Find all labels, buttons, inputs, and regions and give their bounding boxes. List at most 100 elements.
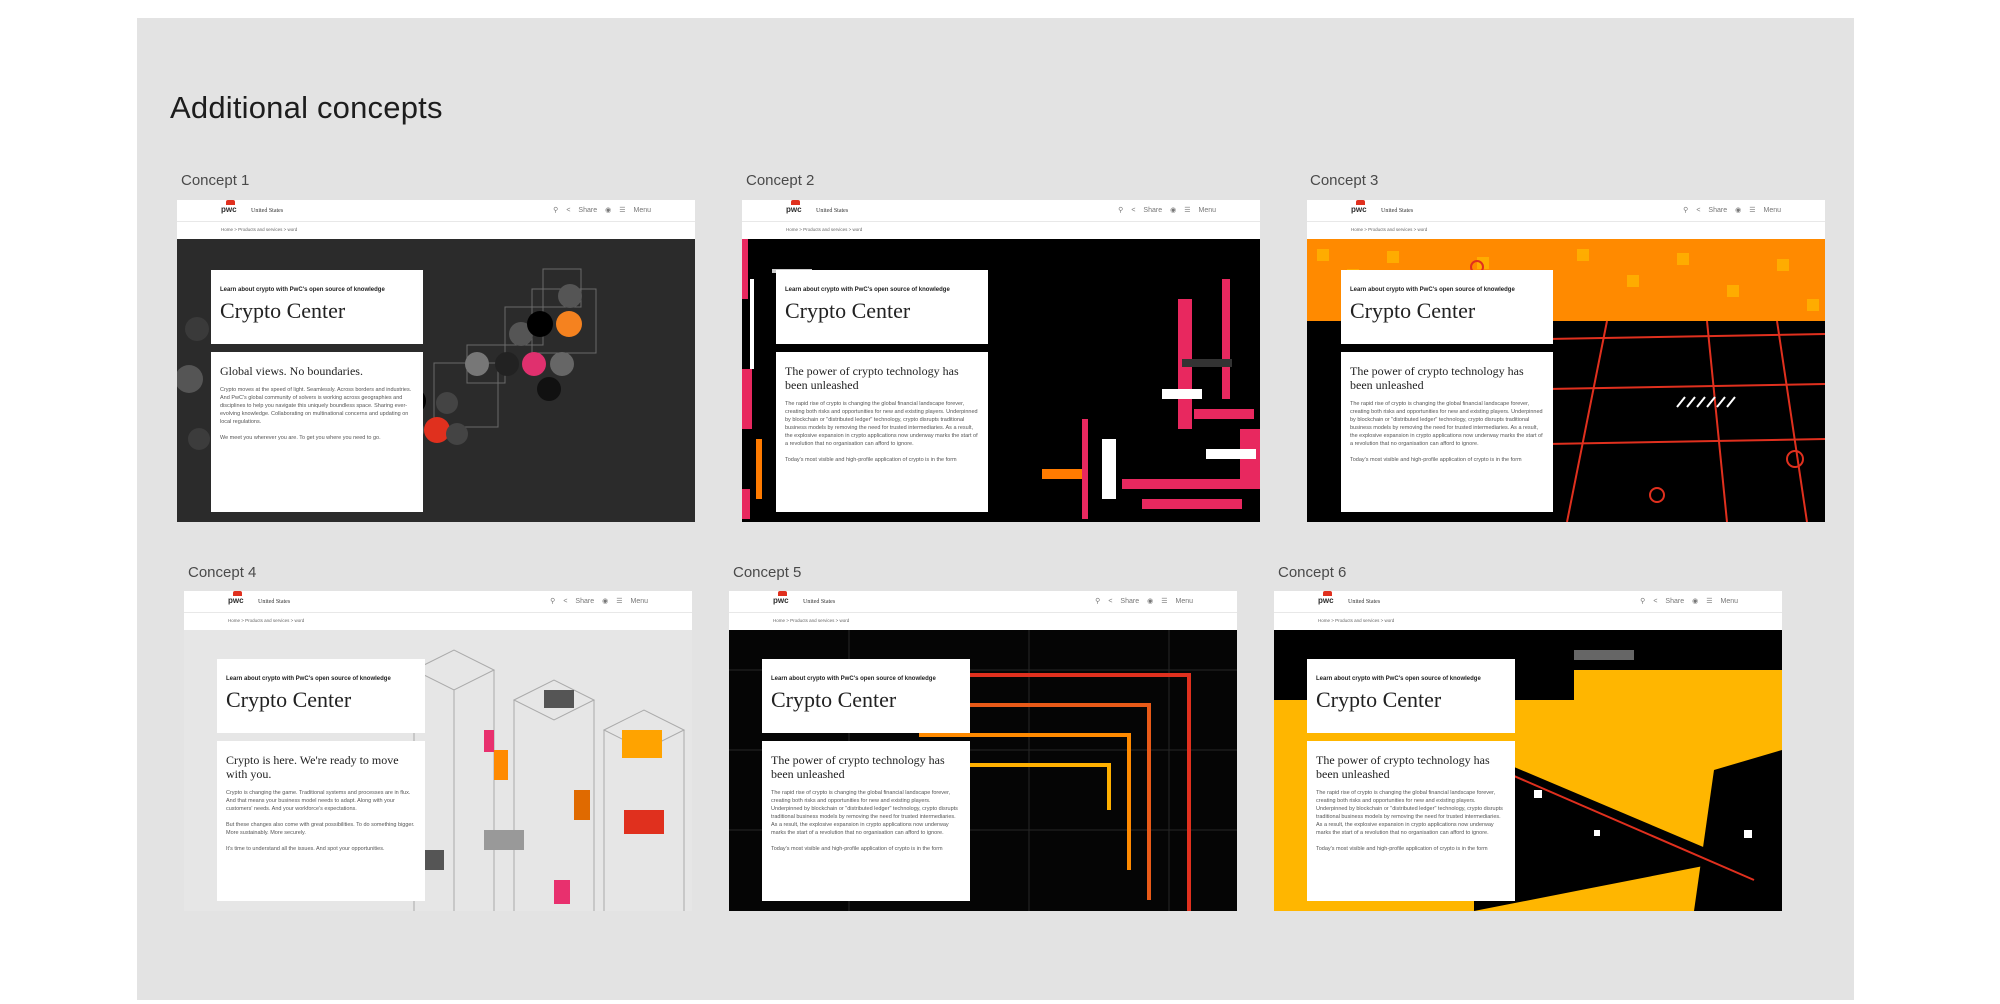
body-paragraph: The rapid rise of crypto is changing the…: [1316, 790, 1503, 836]
menu-icon[interactable]: ☰: [616, 597, 622, 605]
territory-selector[interactable]: United States: [258, 599, 290, 605]
menu-label[interactable]: Menu: [1198, 207, 1216, 214]
body-paragraph: We meet you wherever you are. To get you…: [220, 435, 381, 441]
concept-4-card[interactable]: pwc United States ⚲ < Share ◉ ☰ Menu Home > Pro…: [184, 591, 692, 911]
body-paragraph: But these changes also come with great p…: [226, 822, 415, 836]
breadcrumb[interactable]: Home > Products and services > word: [1351, 227, 1427, 232]
page-title: Crypto Center: [1350, 298, 1476, 323]
kicker: Learn about crypto with PwC's open sourc…: [1316, 676, 1481, 682]
menu-label[interactable]: Menu: [1175, 598, 1193, 605]
pwc-logo: pwc: [228, 591, 244, 605]
pwc-logo: pwc: [1351, 200, 1367, 214]
kicker: Learn about crypto with PwC's open sourc…: [220, 287, 385, 293]
body-box: Crypto is here. We're ready to move with…: [217, 741, 425, 901]
menu-icon[interactable]: ☰: [1161, 597, 1167, 605]
search-icon[interactable]: ⚲: [1095, 597, 1100, 605]
breadcrumb[interactable]: Home > Products and services > word: [786, 227, 862, 232]
territory-selector[interactable]: United States: [1348, 599, 1380, 605]
location-icon[interactable]: ◉: [1735, 206, 1741, 214]
kicker: Learn about crypto with PwC's open sourc…: [771, 676, 936, 682]
body-box: The power of crypto technology has been …: [1341, 352, 1553, 512]
territory-selector[interactable]: United States: [251, 208, 283, 214]
concept-1-card[interactable]: pwc United States ⚲ < Share ◉ ☰ Menu Home > P…: [177, 200, 695, 522]
body-paragraph: Today's most visible and high-profile ap…: [1350, 457, 1522, 463]
territory-selector[interactable]: United States: [816, 208, 848, 214]
share-icon[interactable]: <: [1653, 598, 1657, 605]
body-paragraph: It's time to understand all the issues. …: [226, 846, 385, 852]
menu-icon[interactable]: ☰: [1706, 597, 1712, 605]
concept-6-card[interactable]: pwc United States ⚲ < Share ◉ ☰ Menu Home > Pro…: [1274, 591, 1782, 911]
kicker: Learn about crypto with PwC's open sourc…: [785, 287, 950, 293]
body-paragraph: Today's most visible and high-profile ap…: [771, 846, 943, 852]
subhead: The power of crypto technology has been …: [771, 753, 945, 781]
breadcrumb[interactable]: Home > Products and services > word: [773, 618, 849, 623]
territory-selector[interactable]: United States: [803, 599, 835, 605]
location-icon[interactable]: ◉: [602, 597, 608, 605]
title-box: Learn about crypto with PwC's open sourc…: [762, 659, 970, 733]
pwc-logo: pwc: [773, 591, 789, 605]
body-paragraph: Crypto moves at the speed of light. Seam…: [220, 387, 412, 425]
location-icon[interactable]: ◉: [1170, 206, 1176, 214]
title-box: Learn about crypto with PwC's open sourc…: [1307, 659, 1515, 733]
concept-1-label: Concept 1: [181, 172, 250, 189]
breadcrumb[interactable]: Home > Products and services > word: [228, 618, 304, 623]
concept-2-label: Concept 2: [746, 172, 815, 189]
search-icon[interactable]: ⚲: [553, 206, 558, 214]
body-paragraph: Today's most visible and high-profile ap…: [785, 457, 957, 463]
menu-label[interactable]: Menu: [1720, 598, 1738, 605]
share-label[interactable]: Share: [1665, 598, 1684, 605]
location-icon[interactable]: ◉: [1692, 597, 1698, 605]
share-label[interactable]: Share: [1708, 207, 1727, 214]
menu-icon[interactable]: ☰: [619, 206, 625, 214]
title-box: Learn about crypto with PwC's open sourc…: [217, 659, 425, 733]
page-title: Crypto Center: [220, 298, 346, 323]
share-icon[interactable]: <: [566, 207, 570, 214]
menu-icon[interactable]: ☰: [1749, 206, 1755, 214]
breadcrumb[interactable]: Home > Products and services > word: [221, 227, 297, 232]
breadcrumb[interactable]: Home > Products and services > word: [1318, 618, 1394, 623]
share-icon[interactable]: <: [1696, 207, 1700, 214]
pwc-logo: pwc: [1318, 591, 1334, 605]
share-icon[interactable]: <: [1131, 207, 1135, 214]
page-title: Crypto Center: [785, 298, 911, 323]
body-box: Global views. No boundaries. Crypto move…: [211, 352, 423, 512]
body-paragraph: Today's most visible and high-profile ap…: [1316, 846, 1488, 852]
kicker: Learn about crypto with PwC's open sourc…: [1350, 287, 1515, 293]
share-label[interactable]: Share: [1120, 598, 1139, 605]
pwc-logo: pwc: [786, 200, 802, 214]
board-title: Additional concepts: [170, 90, 443, 125]
search-icon[interactable]: ⚲: [1640, 597, 1645, 605]
subhead: Global views. No boundaries.: [220, 364, 363, 378]
share-label[interactable]: Share: [578, 207, 597, 214]
subhead: The power of crypto technology has been …: [1316, 753, 1490, 781]
concept-3-card[interactable]: pwc United States ⚲ < Share ◉ ☰ Menu Home > Pro…: [1307, 200, 1825, 522]
search-icon[interactable]: ⚲: [1118, 206, 1123, 214]
body-paragraph: The rapid rise of crypto is changing the…: [1350, 401, 1543, 447]
pwc-logo: pwc: [221, 200, 237, 214]
menu-label[interactable]: Menu: [633, 207, 651, 214]
share-icon[interactable]: <: [1108, 598, 1112, 605]
territory-selector[interactable]: United States: [1381, 208, 1413, 214]
location-icon[interactable]: ◉: [605, 206, 611, 214]
search-icon[interactable]: ⚲: [1683, 206, 1688, 214]
body-box: The power of crypto technology has been …: [762, 741, 970, 901]
concept-5-card[interactable]: pwc United States ⚲ < Share ◉ ☰ Menu Home > Pro…: [729, 591, 1237, 911]
body-box: The power of crypto technology has been …: [1307, 741, 1515, 901]
body-box: The power of crypto technology has been …: [776, 352, 988, 512]
title-box: Learn about crypto with PwC's open sourc…: [1341, 270, 1553, 344]
title-box: Learn about crypto with PwC's open sourc…: [211, 270, 423, 344]
share-label[interactable]: Share: [575, 598, 594, 605]
location-icon[interactable]: ◉: [1147, 597, 1153, 605]
search-icon[interactable]: ⚲: [550, 597, 555, 605]
menu-icon[interactable]: ☰: [1184, 206, 1190, 214]
menu-label[interactable]: Menu: [1763, 207, 1781, 214]
concept-2-card[interactable]: pwc United States ⚲ < Share ◉ ☰ Menu Home > Pro…: [742, 200, 1260, 522]
share-icon[interactable]: <: [563, 598, 567, 605]
menu-label[interactable]: Menu: [630, 598, 648, 605]
concept-4-label: Concept 4: [188, 564, 257, 581]
page-title: Crypto Center: [226, 687, 352, 712]
share-label[interactable]: Share: [1143, 207, 1162, 214]
concept-6-label: Concept 6: [1278, 564, 1347, 581]
concept-5-label: Concept 5: [733, 564, 802, 581]
subhead: The power of crypto technology has been …: [785, 364, 959, 392]
